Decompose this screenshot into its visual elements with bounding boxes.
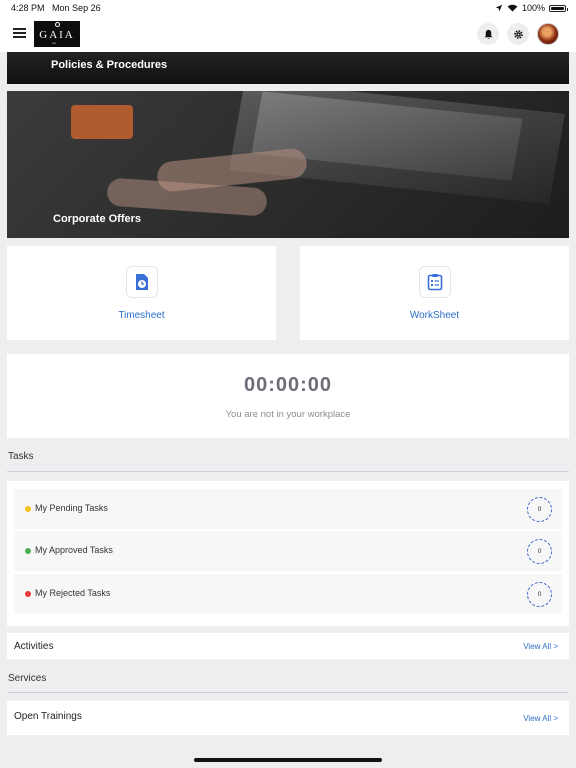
- attendance-timer-card: 00:00:00 You are not in your workplace: [7, 354, 569, 438]
- notifications-button[interactable]: [477, 23, 499, 45]
- bell-icon: [484, 29, 492, 39]
- workplace-status: You are not in your workplace: [225, 409, 351, 420]
- settings-button[interactable]: [507, 23, 529, 45]
- location-icon: [495, 4, 503, 12]
- task-count-badge: 0: [527, 582, 552, 607]
- status-time: 4:28 PM Mon Sep 26: [11, 3, 101, 13]
- task-row-approved[interactable]: My Approved Tasks 0: [14, 531, 562, 571]
- open-trainings-title: Open Trainings: [14, 711, 82, 722]
- task-label: My Rejected Tasks: [35, 588, 111, 598]
- battery-percent: 100%: [521, 3, 545, 13]
- banner-image-cup: [71, 105, 133, 139]
- status-right: 100%: [495, 3, 568, 13]
- timesheet-label: Timesheet: [118, 310, 165, 321]
- tasks-divider: [7, 471, 569, 472]
- status-bar: 4:28 PM Mon Sep 26 100%: [0, 0, 576, 16]
- top-bar: GAIA ~: [0, 16, 576, 52]
- task-count-badge: 0: [527, 539, 552, 564]
- home-indicator[interactable]: [194, 758, 382, 762]
- offers-banner-title: Corporate Offers: [53, 213, 142, 225]
- activities-view-all-link[interactable]: View All >: [523, 642, 558, 651]
- task-row-rejected[interactable]: My Rejected Tasks 0: [14, 574, 562, 614]
- status-dot-approved: [25, 548, 31, 554]
- services-divider: [7, 692, 569, 693]
- worksheet-icon: [418, 266, 451, 298]
- task-count-badge: 0: [527, 497, 552, 522]
- task-row-pending[interactable]: My Pending Tasks 0: [14, 489, 562, 529]
- timer-value: 00:00:00: [243, 374, 333, 396]
- services-section-title: Services: [8, 673, 47, 684]
- logo-mark: ~: [52, 40, 56, 48]
- policies-banner-title: Policies & Procedures: [51, 59, 168, 71]
- task-label: My Approved Tasks: [35, 545, 113, 555]
- gear-icon: [513, 29, 523, 39]
- logo-text: GAIA: [39, 29, 75, 41]
- corporate-offers-banner[interactable]: Corporate Offers: [7, 91, 569, 238]
- task-label: My Pending Tasks: [35, 503, 108, 513]
- activities-row: Activities View All >: [7, 633, 569, 659]
- timesheet-tile[interactable]: Timesheet: [7, 246, 276, 340]
- wifi-icon: [507, 4, 518, 12]
- gaia-logo[interactable]: GAIA ~: [34, 21, 80, 48]
- services-view-all-link[interactable]: View All >: [523, 714, 558, 723]
- worksheet-label: WorkSheet: [409, 310, 460, 321]
- open-trainings-row: Open Trainings View All >: [7, 701, 569, 735]
- timesheet-icon: [125, 266, 158, 298]
- logo-ring: [55, 22, 60, 27]
- policies-banner[interactable]: Policies & Procedures: [7, 52, 569, 84]
- worksheet-tile[interactable]: WorkSheet: [300, 246, 569, 340]
- battery-icon: [549, 4, 568, 12]
- tasks-card: My Pending Tasks 0 My Approved Tasks 0 M…: [7, 481, 569, 626]
- avatar[interactable]: [537, 23, 559, 45]
- activities-title: Activities: [14, 641, 54, 652]
- tasks-section-title: Tasks: [8, 451, 34, 462]
- menu-icon[interactable]: [13, 28, 26, 38]
- status-dot-pending: [25, 506, 31, 512]
- status-dot-rejected: [25, 591, 31, 597]
